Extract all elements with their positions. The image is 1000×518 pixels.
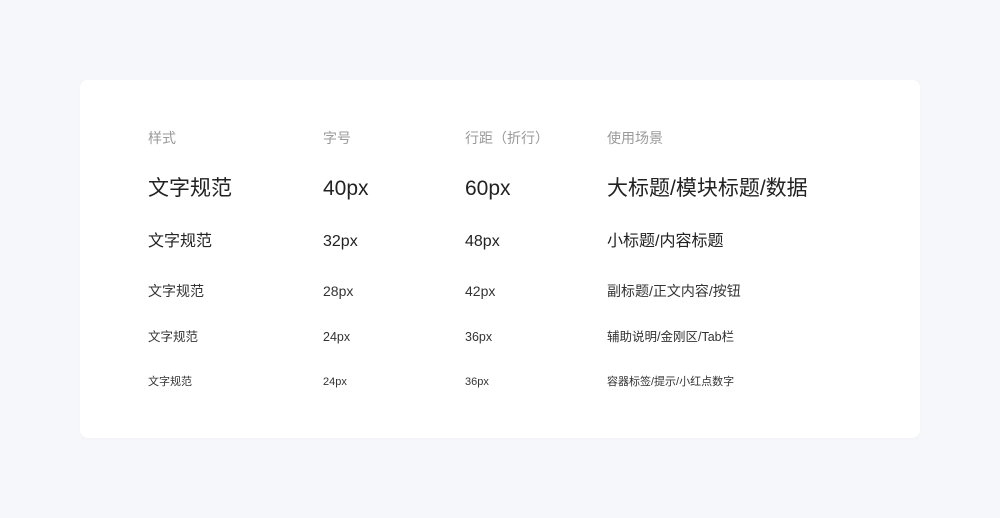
row-4-usage: 辅助说明/金刚区/Tab栏 xyxy=(607,330,735,344)
row-4-style-sample: 文字规范 xyxy=(148,330,199,344)
row-1-style-sample: 文字规范 xyxy=(148,177,232,200)
column-header-usage: 使用场景 xyxy=(607,130,663,146)
column-header-font-size: 字号 xyxy=(323,130,351,146)
row-5-line-height: 36px xyxy=(465,376,489,388)
row-2-style-sample: 文字规范 xyxy=(148,233,213,250)
row-5-font-size: 24px xyxy=(323,376,347,388)
row-1-usage: 大标题/模块标题/数据 xyxy=(607,177,808,200)
row-1-line-height: 60px xyxy=(465,177,511,200)
row-3-style-sample: 文字规范 xyxy=(148,283,204,299)
column-header-line-height: 行距（折行） xyxy=(465,130,549,146)
row-1-font-size: 40px xyxy=(323,177,369,200)
typography-spec-table: 样式 字号 行距（折行） 使用场景 文字规范 40px 60px 大标题/模块标… xyxy=(80,80,920,438)
row-3-font-size: 28px xyxy=(323,283,354,299)
row-4-line-height: 36px xyxy=(465,330,493,344)
row-4-font-size: 24px xyxy=(323,330,351,344)
row-3-usage: 副标题/正文内容/按钮 xyxy=(607,283,741,299)
row-5-usage: 容器标签/提示/小红点数字 xyxy=(607,376,735,388)
row-5-style-sample: 文字规范 xyxy=(148,376,192,388)
typography-spec-card: 样式 字号 行距（折行） 使用场景 文字规范 40px 60px 大标题/模块标… xyxy=(80,80,920,438)
row-3-line-height: 42px xyxy=(465,283,496,299)
column-header-style: 样式 xyxy=(148,130,176,146)
row-2-usage: 小标题/内容标题 xyxy=(607,233,724,250)
row-2-font-size: 32px xyxy=(323,233,358,250)
row-2-line-height: 48px xyxy=(465,233,500,250)
